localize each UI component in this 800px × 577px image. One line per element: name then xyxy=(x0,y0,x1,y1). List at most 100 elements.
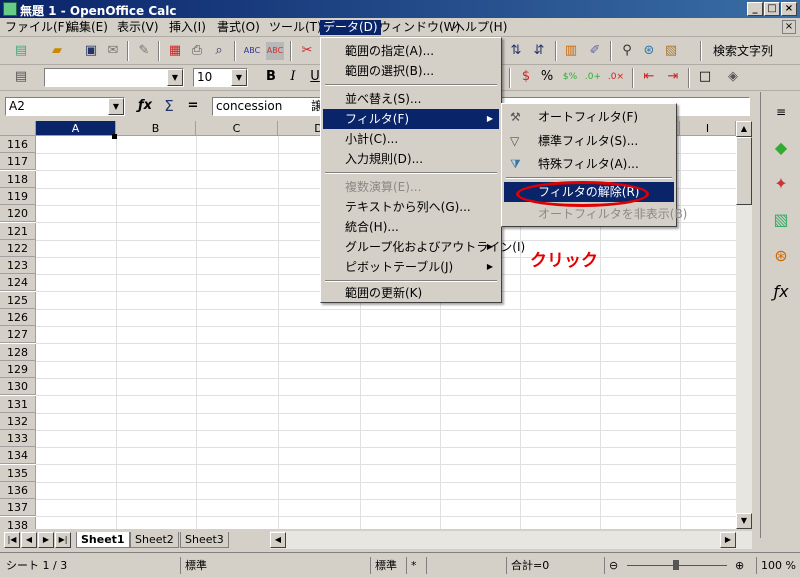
sidebar-menu-icon[interactable]: ≡ xyxy=(771,102,791,122)
percent-button[interactable]: % xyxy=(538,68,556,86)
open-icon[interactable]: ▰ xyxy=(48,42,66,60)
gallery-sidebar-icon[interactable]: ▧ xyxy=(771,210,791,230)
background-color-icon[interactable]: ◈ xyxy=(724,68,742,86)
export-pdf-icon[interactable]: ▦ xyxy=(166,42,184,60)
row-header[interactable]: 135 xyxy=(0,464,36,482)
font-name-combo[interactable]: ▼ xyxy=(44,68,184,87)
row-header[interactable]: 132 xyxy=(0,412,36,430)
column-header-b[interactable]: B xyxy=(116,121,196,136)
menu-item-validity[interactable]: 入力規則(D)... xyxy=(323,149,499,169)
minimize-button[interactable]: _ xyxy=(747,2,763,16)
email-icon[interactable]: ✉ xyxy=(104,42,122,60)
menu-item-select-range[interactable]: 範囲の選択(B)... xyxy=(323,61,499,81)
prev-sheet-icon[interactable]: ◀ xyxy=(21,532,37,548)
last-sheet-icon[interactable]: ▶| xyxy=(55,532,71,548)
status-zoom[interactable]: 100 % xyxy=(756,557,796,574)
chart-icon[interactable]: ▥ xyxy=(562,42,580,60)
row-header[interactable]: 130 xyxy=(0,378,36,396)
first-sheet-icon[interactable]: |◀ xyxy=(4,532,20,548)
column-header-a[interactable]: A xyxy=(36,121,116,136)
horizontal-scrollbar[interactable]: ◀ ▶ xyxy=(270,531,752,549)
menu-item-autofilter[interactable]: ⚒ オートフィルタ(F) xyxy=(504,107,674,127)
sum-icon[interactable]: Σ xyxy=(160,97,178,115)
menu-item-text-to-columns[interactable]: テキストから列へ(G)... xyxy=(323,197,499,217)
currency-icon[interactable]: $ xyxy=(517,68,535,86)
scroll-left-icon[interactable]: ◀ xyxy=(270,532,286,548)
menu-item-refresh-range[interactable]: 範囲の更新(K) xyxy=(323,283,499,303)
function-icon[interactable]: = xyxy=(184,97,202,115)
scroll-up-icon[interactable]: ▲ xyxy=(736,121,752,137)
bold-button[interactable]: B xyxy=(262,68,280,86)
menu-file[interactable]: ファイル(F) xyxy=(2,20,72,35)
navigator-icon[interactable]: ⊛ xyxy=(640,42,658,60)
row-header[interactable]: 125 xyxy=(0,291,36,309)
column-header-c[interactable]: C xyxy=(196,121,278,136)
menu-view[interactable]: 表示(V) xyxy=(114,20,162,35)
row-header[interactable]: 117 xyxy=(0,153,36,171)
close-button[interactable]: × xyxy=(781,2,797,16)
navigator-sidebar-icon[interactable]: ⊛ xyxy=(771,246,791,266)
row-header[interactable]: 128 xyxy=(0,343,36,361)
row-header[interactable]: 127 xyxy=(0,326,36,344)
row-header[interactable]: 133 xyxy=(0,430,36,448)
vertical-scrollbar[interactable]: ▲ ▼ xyxy=(736,121,752,529)
zoom-slider[interactable]: ⊖ ⊕ xyxy=(604,557,754,574)
print-preview-icon[interactable]: ⌕ xyxy=(210,42,228,60)
gallery-icon[interactable]: ▧ xyxy=(662,42,680,60)
row-header[interactable]: 120 xyxy=(0,205,36,223)
print-icon[interactable]: ⎙ xyxy=(188,42,206,60)
row-header[interactable]: 131 xyxy=(0,395,36,413)
row-header[interactable]: 124 xyxy=(0,274,36,292)
menu-data[interactable]: データ(D) xyxy=(320,20,381,35)
sort-descending-icon[interactable]: ⇵ xyxy=(530,42,548,60)
scroll-down-icon[interactable]: ▼ xyxy=(736,513,752,529)
select-all-corner[interactable] xyxy=(0,121,36,136)
menu-item-filter[interactable]: フィルタ(F) ▶ xyxy=(323,109,499,129)
row-header[interactable]: 121 xyxy=(0,222,36,240)
sheet-tab-2[interactable]: Sheet2 xyxy=(130,532,179,548)
scroll-right-icon[interactable]: ▶ xyxy=(720,532,736,548)
row-header[interactable]: 134 xyxy=(0,447,36,465)
function-wizard-icon[interactable]: ƒx xyxy=(136,97,154,115)
next-sheet-icon[interactable]: ▶ xyxy=(38,532,54,548)
close-document-icon[interactable]: × xyxy=(782,20,796,34)
status-page-style[interactable]: 標準 xyxy=(180,557,368,574)
row-header[interactable]: 122 xyxy=(0,239,36,257)
menu-item-subtotals[interactable]: 小計(C)... xyxy=(323,129,499,149)
properties-icon[interactable]: ◆ xyxy=(771,138,791,158)
sheet-tab-3[interactable]: Sheet3 xyxy=(180,532,229,548)
styles-sidebar-icon[interactable]: ✦ xyxy=(771,174,791,194)
row-header[interactable]: 126 xyxy=(0,309,36,326)
delete-decimal-icon[interactable]: .0× xyxy=(607,68,625,86)
menu-tools[interactable]: ツール(T) xyxy=(266,20,325,35)
save-icon[interactable]: ▣ xyxy=(82,42,100,60)
functions-sidebar-icon[interactable]: ƒx xyxy=(771,282,791,302)
find-replace-icon[interactable]: ⚲ xyxy=(618,42,636,60)
borders-icon[interactable]: □ xyxy=(696,68,714,86)
draw-functions-icon[interactable]: ✐ xyxy=(586,42,604,60)
menu-item-define-range[interactable]: 範囲の指定(A)... xyxy=(323,41,499,61)
auto-spellcheck-icon[interactable]: ABC xyxy=(266,42,284,60)
column-header-i[interactable]: I xyxy=(680,121,736,136)
sheet-tab-1[interactable]: Sheet1 xyxy=(76,532,130,548)
menu-format[interactable]: 書式(O) xyxy=(214,20,263,35)
menu-insert[interactable]: 挿入(I) xyxy=(166,20,209,35)
menu-item-consolidate[interactable]: 統合(H)... xyxy=(323,217,499,237)
increase-indent-icon[interactable]: ⇥ xyxy=(664,68,682,86)
scroll-thumb[interactable] xyxy=(736,137,752,205)
menu-item-pivot-table[interactable]: ピボットテーブル(J) ▶ xyxy=(323,257,499,277)
maximize-button[interactable]: □ xyxy=(764,2,780,16)
spellcheck-icon[interactable]: ABC xyxy=(243,42,261,60)
row-header[interactable]: 136 xyxy=(0,482,36,499)
menu-edit[interactable]: 編集(E) xyxy=(64,20,111,35)
name-box[interactable]: A2 ▼ xyxy=(5,97,125,116)
row-header[interactable]: 138 xyxy=(0,516,36,529)
menu-help[interactable]: ヘルプ(H) xyxy=(450,20,510,35)
font-size-combo[interactable]: 10 ▼ xyxy=(193,68,248,87)
decrease-indent-icon[interactable]: ⇤ xyxy=(640,68,658,86)
menu-item-advanced-filter[interactable]: ⧩ 特殊フィルタ(A)... xyxy=(504,154,674,174)
status-selection-mode[interactable]: 標準 xyxy=(370,557,406,574)
row-header[interactable]: 123 xyxy=(0,257,36,275)
row-header[interactable]: 118 xyxy=(0,170,36,188)
new-document-icon[interactable]: ▤ xyxy=(12,42,30,60)
